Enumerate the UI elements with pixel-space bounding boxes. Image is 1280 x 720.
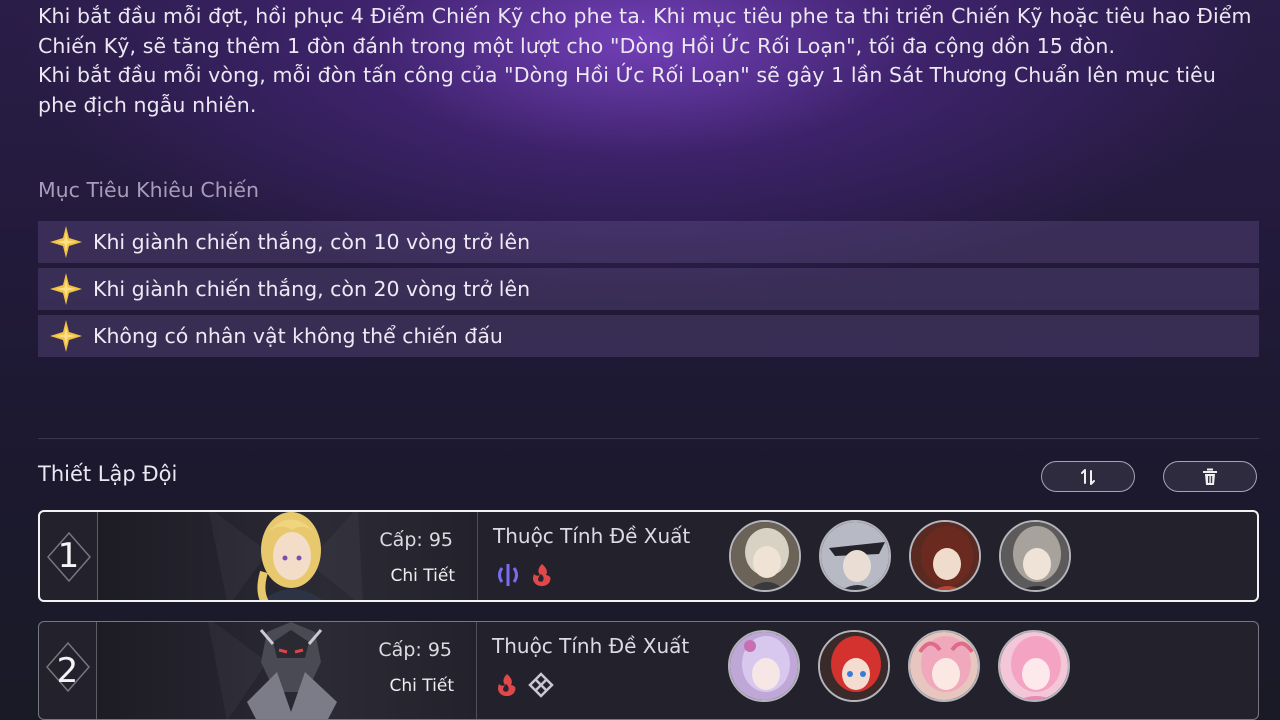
recommended-elements-label: Thuộc Tính Đề Xuất [493, 524, 691, 548]
character-avatar-icon [731, 522, 799, 590]
team-number-badge: 2 [39, 622, 97, 719]
fire-icon [533, 564, 551, 587]
objective-item: Khi giành chiến thắng, còn 20 vòng trở l… [38, 268, 1259, 310]
character-avatar-icon [910, 632, 978, 700]
objective-item: Không có nhân vật không thể chiến đấu [38, 315, 1259, 357]
character-art-icon [209, 512, 363, 600]
objective-label: Khi giành chiến thắng, còn 10 vòng trở l… [93, 230, 531, 254]
star-icon [50, 320, 82, 352]
recommended-character-avatar[interactable] [999, 520, 1071, 592]
recommended-character-avatar[interactable] [729, 520, 801, 592]
character-avatar-icon [821, 522, 889, 590]
recommended-character-avatar[interactable] [818, 630, 890, 702]
lead-character-portrait[interactable]: Cấp: 95 Chi Tiết [97, 622, 477, 719]
details-link[interactable]: Chi Tiết [391, 566, 455, 586]
team-number: 2 [56, 650, 79, 691]
team-number: 1 [57, 536, 80, 576]
character-avatar-icon [1000, 632, 1068, 700]
stage-description: Khi bắt đầu mỗi đợt, hồi phục 4 Điểm Chi… [38, 2, 1253, 120]
character-level: Cấp: 95 [378, 639, 452, 661]
description-paragraph-1: Khi bắt đầu mỗi đợt, hồi phục 4 Điểm Chi… [38, 4, 1252, 58]
recommended-character-avatar[interactable] [909, 520, 981, 592]
clear-team-button[interactable] [1163, 461, 1257, 492]
recommended-elements [495, 562, 555, 588]
star-icon [50, 226, 82, 258]
team-row-2[interactable]: 2 Cấp: 95 Chi Tiết Thuộc Tính Đề Xuất [38, 621, 1259, 720]
character-avatar-icon [911, 522, 979, 590]
objective-item: Khi giành chiến thắng, còn 10 vòng trở l… [38, 221, 1259, 263]
challenge-objectives-title: Mục Tiêu Khiêu Chiến [38, 178, 260, 202]
fire-icon [498, 674, 516, 697]
character-avatar-icon [730, 632, 798, 700]
trash-icon [1203, 468, 1217, 485]
recommended-character-avatar[interactable] [998, 630, 1070, 702]
objective-label: Không có nhân vật không thể chiến đấu [93, 324, 503, 348]
details-label: Chi Tiết [390, 566, 455, 586]
details-label: Chi Tiết [389, 676, 454, 696]
character-art-icon [207, 622, 337, 719]
swap-icon [1081, 468, 1095, 485]
character-avatar-icon [820, 632, 888, 700]
imaginary-icon [498, 564, 518, 586]
details-link[interactable]: Chi Tiết [390, 676, 454, 696]
challenge-objectives-list: Khi giành chiến thắng, còn 10 vòng trở l… [38, 221, 1259, 362]
swap-teams-button[interactable] [1041, 461, 1135, 492]
character-level: Cấp: 95 [379, 529, 453, 551]
recommended-characters [729, 520, 1071, 592]
recommended-characters [728, 630, 1070, 702]
section-divider [38, 438, 1259, 439]
team-number-badge: 1 [40, 512, 98, 600]
team-setup-title: Thiết Lập Đội [38, 462, 178, 486]
lead-character-portrait[interactable]: Cấp: 95 Chi Tiết [98, 512, 478, 600]
recommended-character-avatar[interactable] [908, 630, 980, 702]
recommended-elements [494, 672, 554, 698]
character-avatar-icon [1001, 522, 1069, 590]
objective-label: Khi giành chiến thắng, còn 20 vòng trở l… [93, 277, 531, 301]
recommended-character-avatar[interactable] [728, 630, 800, 702]
recommended-character-avatar[interactable] [819, 520, 891, 592]
star-icon [50, 273, 82, 305]
team-row-1[interactable]: 1 Cấp: 95 Chi Tiết Thuộc Tính Đề Xuất [38, 510, 1259, 602]
description-paragraph-2: Khi bắt đầu mỗi vòng, mỗi đòn tấn công c… [38, 63, 1216, 117]
recommended-elements-label: Thuộc Tính Đề Xuất [492, 634, 690, 658]
ice-icon [528, 672, 554, 698]
